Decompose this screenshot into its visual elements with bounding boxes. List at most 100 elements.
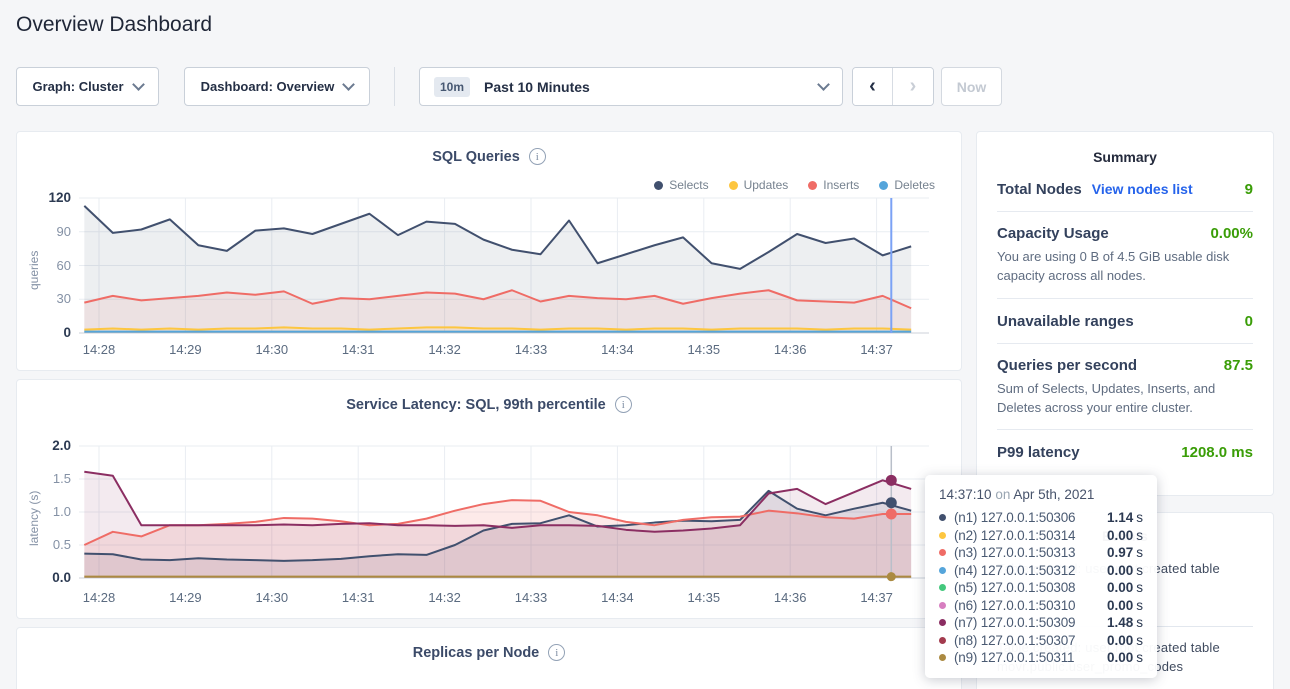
node-address: (n5) 127.0.0.1:50308 — [954, 580, 1075, 595]
tooltip-node-row: (n1) 127.0.0.1:503061.14s — [939, 509, 1143, 527]
time-range-picker[interactable]: 10m Past 10 Minutes — [419, 67, 843, 106]
node-latency-unit: s — [1136, 528, 1143, 543]
tooltip-time: 14:37:10 — [939, 487, 992, 502]
tooltip-node-row: (n2) 127.0.0.1:503140.00s — [939, 527, 1143, 545]
dashboard-dropdown[interactable]: Dashboard: Overview — [184, 67, 370, 106]
node-color-dot-icon — [939, 567, 946, 574]
node-latency-value: 0.97 — [1107, 545, 1133, 560]
legend-label: Inserts — [823, 178, 859, 192]
node-color-dot-icon — [939, 532, 946, 539]
y-tick-label: 0.5 — [25, 537, 71, 552]
node-latency-unit: s — [1136, 598, 1143, 613]
chart-plot[interactable]: latency (s) 0.00.51.01.52.0 14:2814:2914… — [25, 444, 955, 608]
total-nodes-row: Total Nodes View nodes list 9 — [997, 167, 1253, 211]
page-title: Overview Dashboard — [16, 13, 212, 37]
unavailable-ranges-label: Unavailable ranges — [997, 313, 1134, 330]
node-address: (n6) 127.0.0.1:50310 — [954, 598, 1075, 613]
chevron-down-icon — [132, 78, 145, 91]
y-tick-label: 0 — [25, 325, 71, 340]
tooltip-on-word: on — [995, 487, 1013, 502]
y-tick-label: 90 — [25, 224, 71, 239]
tooltip-node-row: (n8) 127.0.0.1:503070.00s — [939, 632, 1143, 650]
time-range-badge: 10m — [434, 77, 470, 97]
node-color-dot-icon — [939, 654, 946, 661]
chart-hover-tooltip: 14:37:10 on Apr 5th, 2021 (n1) 127.0.0.1… — [925, 475, 1157, 678]
node-address: (n8) 127.0.0.1:50307 — [954, 633, 1075, 648]
chart-canvas[interactable] — [77, 444, 945, 594]
node-latency-unit: s — [1136, 563, 1143, 578]
summary-panel: Summary Total Nodes View nodes list 9 Ca… — [976, 131, 1274, 496]
node-latency-value: 0.00 — [1107, 563, 1133, 578]
legend-item-deletes[interactable]: Deletes — [879, 178, 935, 192]
info-icon[interactable]: i — [529, 148, 546, 165]
graph-dropdown-label: Graph: Cluster — [32, 79, 123, 94]
chart-plot[interactable]: queries 0306090120 14:2814:2914:3014:311… — [25, 196, 955, 360]
node-color-dot-icon — [939, 514, 946, 521]
node-color-dot-icon — [939, 549, 946, 556]
node-latency-unit: s — [1136, 615, 1143, 630]
chevron-down-icon — [342, 78, 355, 91]
node-address: (n9) 127.0.0.1:50311 — [954, 650, 1074, 665]
tooltip-rows: (n1) 127.0.0.1:503061.14s(n2) 127.0.0.1:… — [939, 509, 1143, 667]
y-tick-label: 0.0 — [25, 570, 71, 585]
node-color-dot-icon — [939, 637, 946, 644]
total-nodes-label: Total Nodes — [997, 181, 1082, 198]
queries-per-second-value: 87.5 — [1224, 357, 1253, 374]
p99-latency-row: P99 latency 1208.0 ms — [997, 429, 1253, 474]
legend-item-selects[interactable]: Selects — [654, 178, 708, 192]
chart-title: Replicas per Node — [413, 645, 540, 661]
queries-per-second-row: Queries per second 87.5 Sum of Selects, … — [997, 343, 1253, 430]
replicas-per-node-chart-card: Replicas per Node i — [16, 627, 962, 689]
y-tick-label: 1.0 — [25, 504, 71, 519]
time-range-label: Past 10 Minutes — [484, 79, 590, 95]
capacity-usage-value: 0.00% — [1210, 225, 1253, 242]
node-latency-value: 0.00 — [1107, 650, 1133, 665]
capacity-usage-subtext: You are using 0 B of 4.5 GiB usable disk… — [997, 248, 1253, 286]
legend-item-inserts[interactable]: Inserts — [808, 178, 859, 192]
hover-dot — [887, 572, 896, 581]
node-address: (n4) 127.0.0.1:50312 — [954, 563, 1075, 578]
tooltip-node-row: (n3) 127.0.0.1:503130.97s — [939, 544, 1143, 562]
chart-legend: Selects Updates Inserts Deletes — [654, 178, 935, 192]
tooltip-node-row: (n6) 127.0.0.1:503100.00s — [939, 597, 1143, 615]
graph-dropdown[interactable]: Graph: Cluster — [16, 67, 159, 106]
capacity-usage-label: Capacity Usage — [997, 225, 1109, 242]
controls-divider — [394, 67, 395, 106]
chart-title: Service Latency: SQL, 99th percentile — [346, 397, 606, 413]
node-latency-unit: s — [1136, 545, 1143, 560]
view-nodes-list-link[interactable]: View nodes list — [1092, 181, 1193, 197]
next-range-button[interactable]: › — [893, 68, 933, 105]
y-tick-label: 30 — [25, 291, 71, 306]
queries-per-second-label: Queries per second — [997, 357, 1137, 374]
legend-item-updates[interactable]: Updates — [729, 178, 789, 192]
legend-dot-icon — [808, 181, 817, 190]
y-tick-label: 60 — [25, 258, 71, 273]
chart-title-row: Replicas per Node i — [17, 644, 961, 661]
legend-label: Selects — [669, 178, 708, 192]
node-latency-unit: s — [1136, 650, 1143, 665]
service-latency-chart-card: Service Latency: SQL, 99th percentile i … — [16, 379, 962, 619]
summary-title: Summary — [997, 149, 1253, 165]
hover-dot — [886, 508, 897, 519]
node-latency-value: 0.00 — [1107, 633, 1133, 648]
tooltip-node-row: (n9) 127.0.0.1:50311 0.00s — [939, 649, 1143, 667]
chart-title-row: SQL Queries i — [17, 148, 961, 165]
info-icon[interactable]: i — [615, 396, 632, 413]
sql-queries-chart-card: SQL Queries i Selects Updates Inserts Delet… — [16, 131, 962, 371]
p99-latency-value: 1208.0 ms — [1181, 444, 1253, 461]
node-latency-unit: s — [1136, 510, 1143, 525]
chevron-left-icon: ‹ — [869, 75, 876, 98]
capacity-usage-row: Capacity Usage 0.00% You are using 0 B o… — [997, 211, 1253, 298]
total-nodes-value: 9 — [1245, 181, 1253, 198]
y-tick-label: 120 — [25, 190, 71, 205]
tooltip-date: Apr 5th, 2021 — [1013, 487, 1094, 502]
legend-label: Updates — [744, 178, 789, 192]
node-color-dot-icon — [939, 602, 946, 609]
chart-title-row: Service Latency: SQL, 99th percentile i — [17, 396, 961, 413]
now-button[interactable]: Now — [941, 67, 1002, 106]
node-latency-value: 0.00 — [1107, 528, 1133, 543]
prev-range-button[interactable]: ‹ — [853, 68, 893, 105]
chart-canvas[interactable] — [77, 196, 945, 346]
info-icon[interactable]: i — [548, 644, 565, 661]
unavailable-ranges-row: Unavailable ranges 0 — [997, 298, 1253, 343]
